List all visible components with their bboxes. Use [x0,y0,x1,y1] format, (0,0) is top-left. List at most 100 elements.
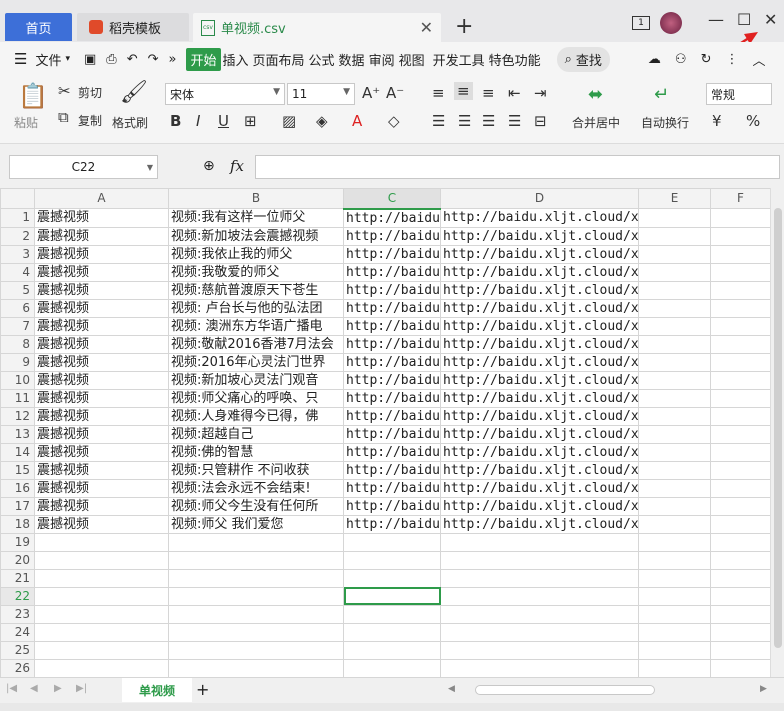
copy-button[interactable]: 复制 [78,112,102,129]
cell-d[interactable]: http://baidu.xljt.cloud/xlfm/video/14.zh… [440,334,639,354]
cell-a[interactable]: 震撼视频 [34,460,169,480]
prev-sheet-icon[interactable]: ◀ [30,683,38,694]
cell-d[interactable]: http://baidu.xljt.cloud/xlfm/video/14.zh… [440,298,639,318]
scroll-left-icon[interactable]: ◀ [448,684,455,694]
empty-cell[interactable] [34,604,169,624]
cell-e[interactable] [638,226,711,246]
empty-cell[interactable] [440,640,639,660]
empty-cell[interactable] [34,640,169,660]
cell-a[interactable]: 震撼视频 [34,262,169,282]
cell-f[interactable] [710,370,771,390]
cloud-icon[interactable]: ☁ [648,52,661,67]
cell-c[interactable]: http://baidu [343,496,441,516]
empty-cell[interactable] [168,658,344,677]
cell-f[interactable] [710,460,771,480]
row-header[interactable]: 8 [0,334,35,354]
last-sheet-icon[interactable]: ▶| [76,683,87,694]
indent-decrease-icon[interactable]: ⇤ [508,84,521,102]
fill-color-icon[interactable]: ◈ [316,112,328,130]
cell-a[interactable]: 震撼视频 [34,514,169,534]
empty-cell[interactable] [638,658,711,677]
cell-d[interactable]: http://baidu.xljt.cloud/xlfm/video/14.zh… [440,424,639,444]
underline-icon[interactable]: U [218,112,229,130]
align-top-icon[interactable]: ≡ [432,84,445,102]
cell-a[interactable]: 震撼视频 [34,298,169,318]
menu-review[interactable]: 审阅 [367,50,397,69]
tab-template[interactable]: 稻壳模板 [77,13,189,41]
cell-c[interactable]: http://baidu [343,406,441,426]
vertical-scrollbar[interactable] [770,188,784,677]
cell-f[interactable] [710,298,771,318]
cell-c[interactable]: http://baidu [343,298,441,318]
column-header[interactable]: D [440,188,639,209]
menu-features[interactable]: 特色功能 [487,50,543,69]
increase-font-icon[interactable]: A⁺ [362,84,380,102]
empty-cell[interactable] [34,622,169,642]
cell-f[interactable] [710,442,771,462]
cell-e[interactable] [638,262,711,282]
distributed-icon[interactable]: ⊟ [534,112,547,130]
cell-d[interactable]: http://baidu.xljt.cloud/xlfm/video/14.zh… [440,316,639,336]
print-preview-icon[interactable]: ⎙ [106,52,116,67]
cell-f[interactable] [710,478,771,498]
empty-cell[interactable] [710,568,771,588]
row-header[interactable]: 18 [0,514,35,534]
cell-e[interactable] [638,280,711,300]
empty-cell[interactable] [34,658,169,677]
next-sheet-icon[interactable]: ▶ [54,683,62,694]
cell-b[interactable]: 视频:人身难得今已得，佛 [168,406,344,426]
close-tab-icon[interactable]: ✕ [420,18,433,37]
cell-e[interactable] [638,298,711,318]
cell-a[interactable]: 震撼视频 [34,370,169,390]
formula-input[interactable] [255,155,780,179]
menu-start[interactable]: 开始 [186,47,221,71]
tab-file[interactable]: csv 单视频.csv ✕ [193,13,441,42]
empty-cell[interactable] [343,532,441,552]
cell-d[interactable]: http://baidu.xljt.cloud/xlfm/video/14.zh… [440,460,639,480]
empty-cell[interactable] [440,604,639,624]
menu-formula[interactable]: 公式 [307,50,337,69]
row-header[interactable]: 22 [0,586,35,606]
cell-f[interactable] [710,316,771,336]
row-header[interactable]: 24 [0,622,35,642]
percent-icon[interactable]: % [746,112,760,130]
cell-b[interactable]: 视频:我有这样一位师父 [168,208,344,228]
row-header[interactable]: 19 [0,532,35,552]
hamburger-icon[interactable]: ☰ [14,50,27,68]
empty-cell[interactable] [168,550,344,570]
cell-c[interactable]: http://baidu [343,280,441,300]
cell-a[interactable]: 震撼视频 [34,478,169,498]
cell-d[interactable]: http://baidu.xljt.cloud/xlfm/video/14.zh… [440,262,639,282]
cell-b[interactable]: 视频:师父 我们爱您 [168,514,344,534]
cell-f[interactable] [710,226,771,246]
cell-f[interactable] [710,496,771,516]
cell-d[interactable]: http://baidu.xljt.cloud/xlfm/video/14.zh… [440,442,639,462]
share-user-icon[interactable]: ⚇ [675,52,687,67]
empty-cell[interactable] [440,622,639,642]
empty-cell[interactable] [638,532,711,552]
empty-cell[interactable] [168,640,344,660]
collapse-ribbon-icon[interactable]: ︿ [752,50,765,69]
font-size-select[interactable]: 11 ▼ [287,83,355,105]
new-tab-button[interactable]: + [455,14,473,39]
font-family-select[interactable]: 宋体 ▼ [165,83,285,105]
column-header[interactable]: B [168,188,344,209]
border-icon[interactable]: ⊞ [244,112,257,130]
empty-cell[interactable] [638,550,711,570]
save-icon[interactable]: ▣ [84,52,96,67]
cell-c[interactable]: http://baidu [343,316,441,336]
empty-cell[interactable] [168,622,344,642]
empty-cell[interactable] [343,622,441,642]
empty-cell[interactable] [440,550,639,570]
row-header[interactable]: 5 [0,280,35,300]
menu-view[interactable]: 视图 [397,50,427,69]
cell-c[interactable]: http://baidu [343,262,441,282]
merge-center-button[interactable]: 合并居中 [572,114,620,131]
horizontal-scrollbar[interactable] [475,685,655,695]
currency-icon[interactable]: ¥ [712,112,722,130]
cell-f[interactable] [710,424,771,444]
cell-b[interactable]: 视频:我依止我的师父 [168,244,344,264]
row-header[interactable]: 6 [0,298,35,318]
spreadsheet-grid[interactable]: A B C D E F 1 震撼视频 视频:我有这样一位师父 http://baidu… [0,188,784,677]
cell-b[interactable]: 视频:佛的智慧 [168,442,344,462]
